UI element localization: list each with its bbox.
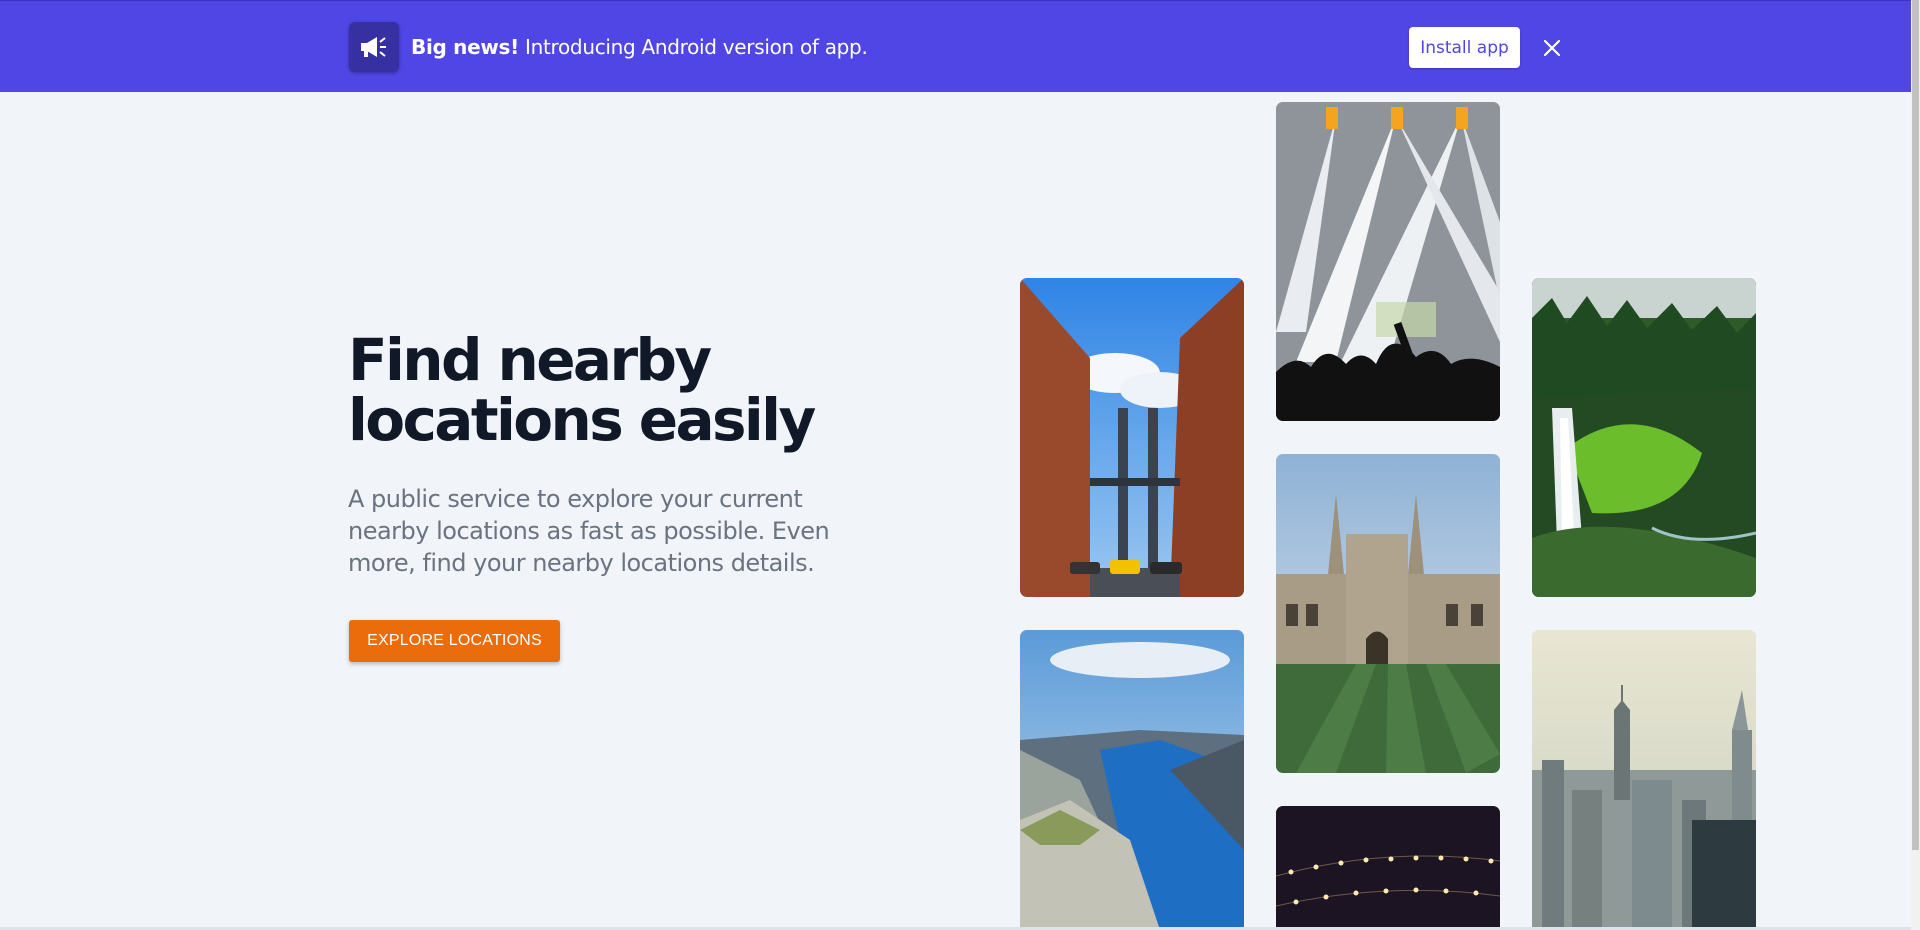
gothic-college-lawn-photo <box>1276 454 1500 773</box>
page-scrollbar-thumb[interactable] <box>1912 0 1919 850</box>
fjord-cliff-photo <box>1020 630 1244 930</box>
concert-lights-photo <box>1276 102 1500 421</box>
hero-title-line2: locations easily <box>348 386 816 454</box>
banner-message: Big news! Introducing Android version of … <box>411 35 868 59</box>
night-string-lights-photo <box>1276 806 1500 930</box>
close-banner-button[interactable] <box>1538 34 1566 62</box>
banner-body: Introducing Android version of app. <box>524 35 868 59</box>
waterfall-forest-photo <box>1532 278 1756 597</box>
hero-title-line1: Find nearby <box>348 326 712 394</box>
banner-headline: Big news! <box>411 35 519 59</box>
close-icon <box>1543 39 1561 57</box>
explore-locations-button[interactable]: EXPLORE LOCATIONS <box>349 620 560 662</box>
city-bridge-street-photo <box>1020 278 1244 597</box>
city-skyline-photo <box>1532 630 1756 930</box>
announcement-banner: Big news! Introducing Android version of … <box>0 0 1912 92</box>
hero-subtitle: A public service to explore your current… <box>348 485 830 577</box>
megaphone-icon <box>349 22 399 72</box>
install-app-button[interactable]: Install app <box>1409 27 1520 68</box>
hero-title: Find nearby locations easily <box>348 330 908 450</box>
